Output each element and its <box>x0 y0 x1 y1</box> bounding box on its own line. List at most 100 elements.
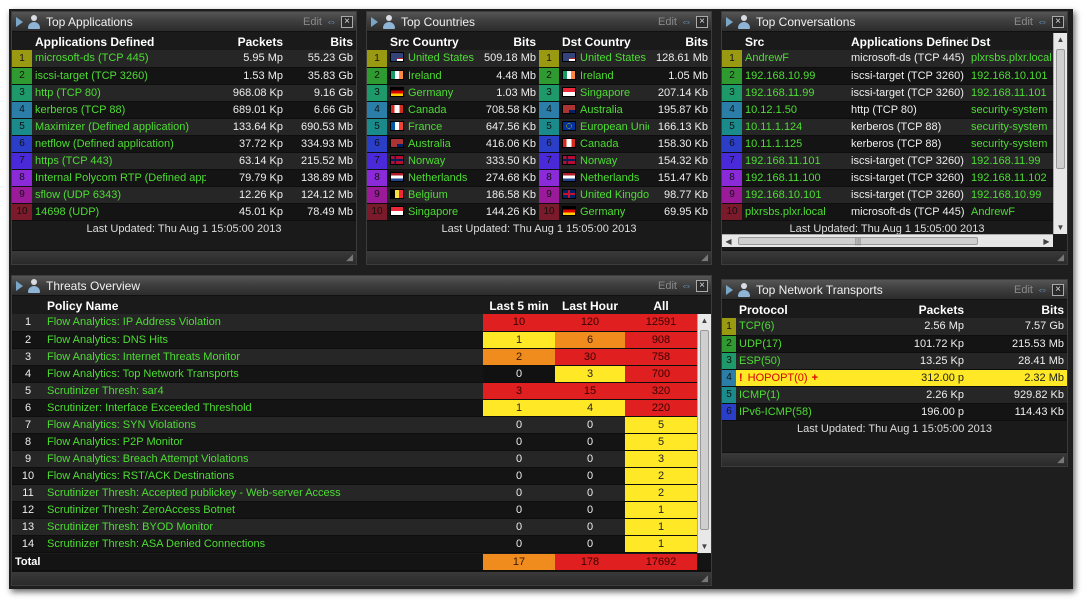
close-icon[interactable]: × <box>696 279 708 292</box>
resize-icon[interactable]: ⇔ <box>681 16 692 28</box>
table-row[interactable]: 3 Germany 1.03 Mb 3 Singapore 207.14 Kb <box>367 84 711 102</box>
policy-link[interactable]: Flow Analytics: Internet Threats Monitor <box>44 348 483 366</box>
column-header[interactable]: Dst Country <box>559 33 649 50</box>
application-link[interactable]: microsoft-ds (TCP 445) <box>32 50 206 68</box>
dst-link[interactable]: 192.168.10.99 <box>968 186 1053 204</box>
resize-grip-icon[interactable]: ◢ <box>346 252 353 263</box>
all-cell[interactable]: 908 <box>625 331 697 349</box>
column-header[interactable]: Last Hour <box>555 297 625 314</box>
scroll-thumb[interactable] <box>700 330 709 530</box>
dst-link[interactable]: 192.168.10.101 <box>968 67 1053 85</box>
table-row[interactable]: 7 Flow Analytics: SYN Violations 0 0 5 <box>12 416 697 434</box>
dst-country-link[interactable]: European Union <box>559 118 649 136</box>
table-row[interactable]: 7 https (TCP 443) 63.14 Kp 215.52 Mb <box>12 152 356 170</box>
column-header[interactable]: Dst <box>968 33 1053 50</box>
table-row[interactable]: 10 plxrsbs.plxr.local microsoft-ds (TCP 44… <box>722 203 1053 221</box>
edit-link[interactable]: Edit <box>658 16 677 28</box>
src-link[interactable]: 192.168.11.100 <box>742 169 848 187</box>
scroll-down-icon[interactable]: ▼ <box>698 540 711 553</box>
table-row[interactable]: 6 Australia 416.06 Kb 6 Canada 158.30 Kb <box>367 135 711 153</box>
table-row[interactable]: 10 14698 (UDP) 45.01 Kp 78.49 Mb <box>12 203 356 221</box>
src-country-link[interactable]: Belgium <box>387 186 479 204</box>
all-cell[interactable]: 758 <box>625 348 697 366</box>
resize-grip-icon[interactable]: ◢ <box>1057 454 1064 465</box>
table-row[interactable]: 5 Maximizer (Defined application) 133.64 K… <box>12 118 356 136</box>
src-link[interactable]: 192.168.10.99 <box>742 67 848 85</box>
dst-link[interactable]: security-system <box>968 118 1053 136</box>
table-row[interactable]: 2 Flow Analytics: DNS Hits 1 6 908 <box>12 331 697 349</box>
last-hour-cell[interactable]: 0 <box>555 518 625 536</box>
src-link[interactable]: 192.168.11.101 <box>742 152 848 170</box>
expand-arrow-icon[interactable] <box>371 16 378 27</box>
resize-grip-icon[interactable]: ◢ <box>701 573 708 584</box>
column-header[interactable]: Protocol <box>736 301 867 318</box>
panel-titlebar[interactable]: Top Applications Edit ⇔ × <box>12 12 356 32</box>
policy-link[interactable]: Scrutinizer Thresh: BYOD Monitor <box>44 518 483 536</box>
src-country-link[interactable]: Canada <box>387 101 479 119</box>
src-country-link[interactable]: France <box>387 118 479 136</box>
edit-link[interactable]: Edit <box>303 16 322 28</box>
column-header[interactable]: Packets <box>206 33 286 50</box>
close-icon[interactable]: × <box>341 15 353 28</box>
policy-link[interactable]: Flow Analytics: Breach Attempt Violation… <box>44 450 483 468</box>
application-link[interactable]: netflow (Defined application) <box>32 135 206 153</box>
last5-cell[interactable]: 1 <box>483 331 555 349</box>
table-row[interactable]: 2 192.168.10.99 iscsi-target (TCP 3260) 192… <box>722 67 1053 85</box>
all-cell[interactable]: 5 <box>625 416 697 434</box>
scroll-down-icon[interactable]: ▼ <box>1054 221 1067 234</box>
table-row[interactable]: 5 ICMP(1) 2.26 Kp 929.82 Kb <box>722 386 1067 404</box>
table-row[interactable]: 1 AndrewF microsoft-ds (TCP 445) plxrsbs.pl… <box>722 50 1053 68</box>
edit-link[interactable]: Edit <box>1014 284 1033 296</box>
dst-country-link[interactable]: Norway <box>559 152 649 170</box>
src-link[interactable]: plxrsbs.plxr.local <box>742 203 848 221</box>
application-link[interactable]: Internal Polycom RTP (Defined applicatio… <box>32 169 206 187</box>
application-link[interactable]: sflow (UDP 6343) <box>32 186 206 204</box>
expand-arrow-icon[interactable] <box>726 284 733 295</box>
scroll-left-icon[interactable]: ◀ <box>722 235 735 248</box>
src-country-link[interactable]: Norway <box>387 152 479 170</box>
all-cell[interactable]: 700 <box>625 365 697 383</box>
vertical-scrollbar[interactable]: ▲ ▼ <box>697 314 711 553</box>
table-row[interactable]: 3 192.168.11.99 iscsi-target (TCP 3260) 192… <box>722 84 1053 102</box>
table-row[interactable]: 4 Flow Analytics: Top Network Transports 0… <box>12 365 697 383</box>
src-link[interactable]: 192.168.11.99 <box>742 84 848 102</box>
last5-cell[interactable]: 0 <box>483 450 555 468</box>
last5-cell[interactable]: 0 <box>483 416 555 434</box>
last-hour-cell[interactable]: 6 <box>555 331 625 349</box>
application-link[interactable]: kerberos (TCP 88) <box>32 101 206 119</box>
dst-link[interactable]: security-system <box>968 101 1053 119</box>
table-row[interactable]: 11 Scrutinizer Thresh: Accepted publickey… <box>12 484 697 502</box>
all-cell[interactable]: 5 <box>625 433 697 451</box>
last5-cell[interactable]: 0 <box>483 365 555 383</box>
table-row[interactable]: 10 Flow Analytics: RST/ACK Destinations 0 0… <box>12 467 697 485</box>
last-hour-cell[interactable]: 120 <box>555 314 625 332</box>
last5-cell[interactable]: 10 <box>483 314 555 332</box>
table-row[interactable]: 5 Scrutinizer Thresh: sar4 3 15 320 <box>12 382 697 400</box>
last-hour-cell[interactable]: 15 <box>555 382 625 400</box>
policy-link[interactable]: Flow Analytics: IP Address Violation <box>44 314 483 332</box>
protocol-link[interactable]: IPv6-ICMP(58) <box>736 403 867 421</box>
horizontal-scrollbar[interactable]: ◀ ||| ▶ <box>722 234 1053 247</box>
application-link[interactable]: http (TCP 80) <box>32 84 206 102</box>
table-row[interactable]: 4 Canada 708.58 Kb 4 Australia 195.87 Kb <box>367 101 711 119</box>
table-row[interactable]: 9Belgium186.58 Kb9United Kingdom98.77 Kb <box>367 186 711 204</box>
resize-icon[interactable]: ⇔ <box>1037 16 1048 28</box>
close-icon[interactable]: × <box>1052 283 1064 296</box>
dst-link[interactable]: AndrewF <box>968 203 1053 221</box>
last5-cell[interactable]: 0 <box>483 501 555 519</box>
policy-link[interactable]: Flow Analytics: SYN Violations <box>44 416 483 434</box>
src-link[interactable]: 10.12.1.50 <box>742 101 848 119</box>
table-row[interactable]: 6 Scrutinizer: Interface Exceeded Thresho… <box>12 399 697 417</box>
policy-link[interactable]: Flow Analytics: P2P Monitor <box>44 433 483 451</box>
table-row[interactable]: 1 microsoft-ds (TCP 445) 5.95 Mp 55.23 Gb <box>12 50 356 68</box>
table-row[interactable]: 2 iscsi-target (TCP 3260) 1.53 Mp 35.83 Gb <box>12 67 356 85</box>
column-header[interactable]: Applications Defined <box>32 33 206 50</box>
table-row[interactable]: 12 Scrutinizer Thresh: ZeroAccess Botnet 0… <box>12 501 697 519</box>
column-header[interactable]: Src Country <box>387 33 479 50</box>
last-hour-cell[interactable]: 0 <box>555 450 625 468</box>
last5-cell[interactable]: 0 <box>483 535 555 553</box>
all-cell[interactable]: 1 <box>625 535 697 553</box>
all-cell[interactable]: 2 <box>625 467 697 485</box>
table-row[interactable]: 8Internal Polycom RTP (Defined applicati… <box>12 169 356 187</box>
table-row[interactable]: 6 10.11.1.125 kerberos (TCP 88) security-sy… <box>722 135 1053 153</box>
